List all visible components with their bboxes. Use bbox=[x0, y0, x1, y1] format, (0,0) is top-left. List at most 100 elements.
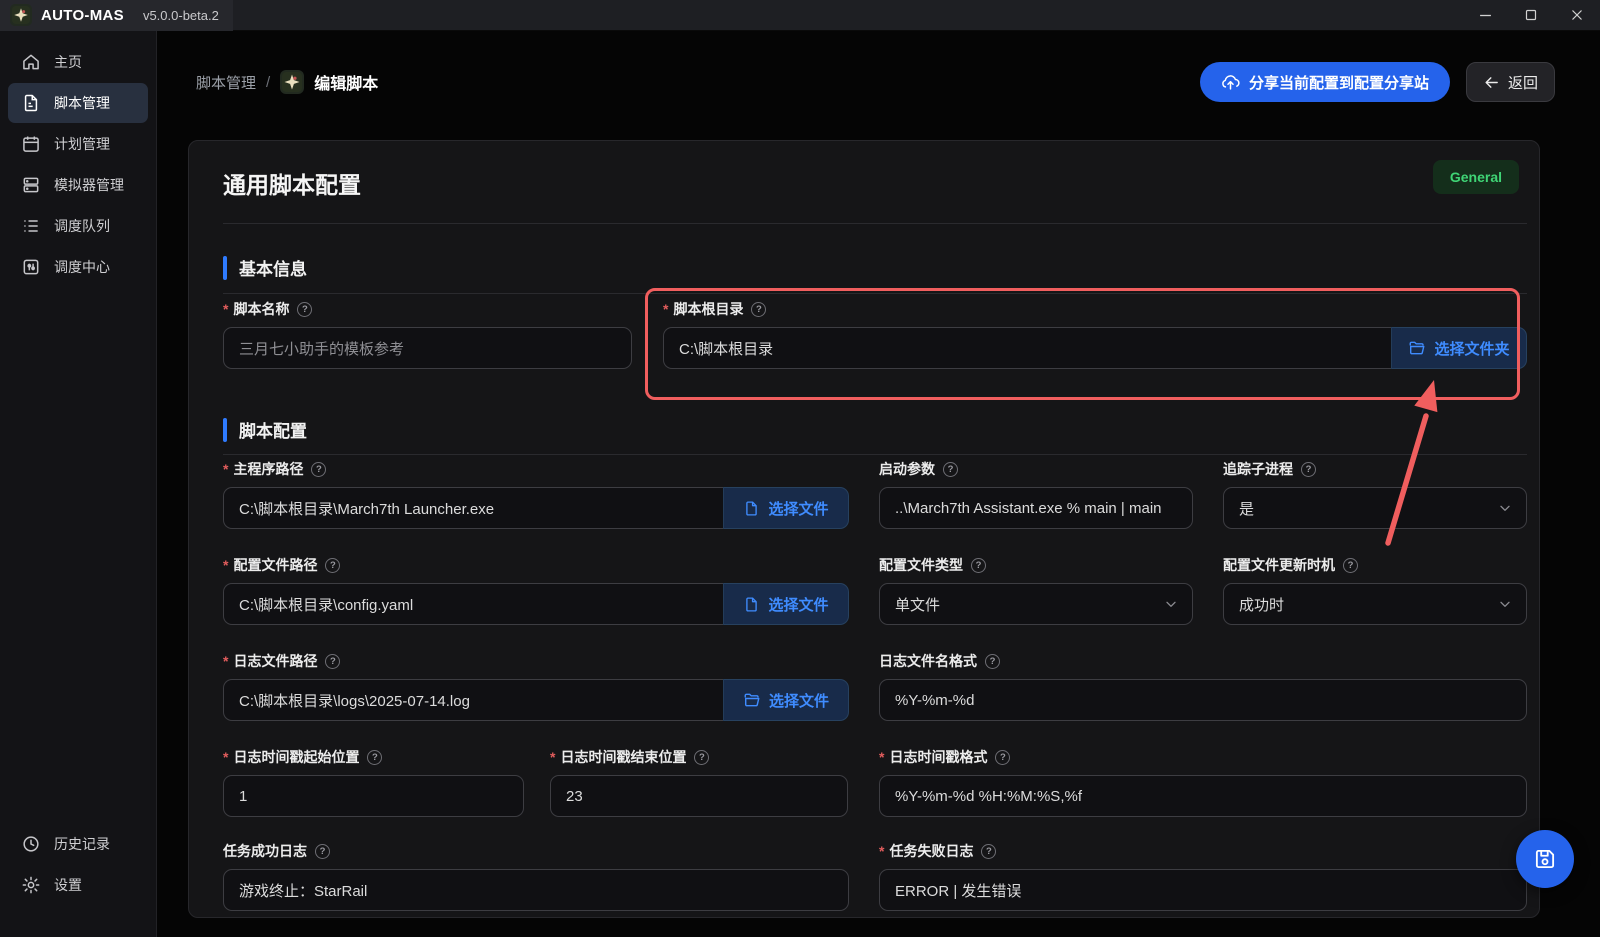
select-folder-button[interactable]: 选择文件夹 bbox=[1391, 327, 1527, 369]
required-marker: * bbox=[223, 749, 228, 765]
back-label: 返回 bbox=[1508, 72, 1538, 93]
sidebar-item-settings[interactable]: 设置 bbox=[8, 865, 148, 905]
config-update-select[interactable]: 成功时 bbox=[1223, 583, 1527, 625]
select-file-button[interactable]: 选择文件 bbox=[723, 679, 849, 721]
help-icon[interactable]: ? bbox=[311, 462, 326, 477]
sidebar-item-script-management[interactable]: 脚本管理 bbox=[8, 83, 148, 123]
field-label: 日志文件名格式 ? bbox=[879, 651, 1527, 671]
field-label: * 主程序路径 ? bbox=[223, 459, 849, 479]
field-label: 追踪子进程 ? bbox=[1223, 459, 1527, 479]
required-marker: * bbox=[550, 749, 555, 765]
log-path-input[interactable] bbox=[223, 679, 723, 721]
log-filename-format-input[interactable] bbox=[879, 679, 1527, 721]
field-log-ts-start: * 日志时间戳起始位置 ? bbox=[223, 747, 524, 817]
help-icon[interactable]: ? bbox=[943, 462, 958, 477]
minimize-button[interactable] bbox=[1462, 0, 1508, 31]
track-subprocess-select[interactable]: 是 bbox=[1223, 487, 1527, 529]
close-button[interactable] bbox=[1554, 0, 1600, 31]
sidebar-item-home[interactable]: 主页 bbox=[8, 42, 148, 82]
help-icon[interactable]: ? bbox=[995, 750, 1010, 765]
breadcrumb-parent[interactable]: 脚本管理 bbox=[196, 72, 256, 93]
select-file-button[interactable]: 选择文件 bbox=[723, 487, 849, 529]
sidebar-item-label: 模拟器管理 bbox=[54, 175, 124, 195]
help-icon[interactable]: ? bbox=[297, 302, 312, 317]
field-label: * 脚本名称 ? bbox=[223, 299, 632, 319]
config-path-input[interactable] bbox=[223, 583, 723, 625]
save-fab-button[interactable] bbox=[1516, 830, 1574, 888]
back-button[interactable]: 返回 bbox=[1466, 62, 1555, 102]
field-config-file-path: * 配置文件路径 ? 选择文件 bbox=[223, 555, 849, 625]
field-task-fail-log: * 任务失败日志 ? bbox=[879, 841, 1527, 911]
log-ts-start-input[interactable] bbox=[223, 775, 524, 817]
field-track-subprocess: 追踪子进程 ? 是 bbox=[1223, 459, 1527, 529]
window-controls bbox=[1462, 0, 1600, 31]
timestamp-position-pair: * 日志时间戳起始位置 ? * 日志时间戳结束位置 ? bbox=[223, 747, 849, 817]
help-icon[interactable]: ? bbox=[985, 654, 1000, 669]
field-label: 任务成功日志 ? bbox=[223, 841, 849, 861]
sidebar-item-label: 脚本管理 bbox=[54, 93, 110, 113]
required-marker: * bbox=[879, 749, 884, 765]
help-icon[interactable]: ? bbox=[971, 558, 986, 573]
field-script-root: * 脚本根目录 ? 选择文件夹 bbox=[663, 299, 1527, 369]
app-version: v5.0.0-beta.2 bbox=[143, 8, 219, 23]
sidebar-item-plan-management[interactable]: 计划管理 bbox=[8, 124, 148, 164]
sidebar-item-emulator-management[interactable]: 模拟器管理 bbox=[8, 165, 148, 205]
log-ts-end-input[interactable] bbox=[550, 775, 848, 817]
sidebar-item-dispatch-queue[interactable]: 调度队列 bbox=[8, 206, 148, 246]
log-ts-format-input[interactable] bbox=[879, 775, 1527, 817]
launch-args-input[interactable] bbox=[879, 487, 1193, 529]
field-config-update-timing: 配置文件更新时机 ? 成功时 bbox=[1223, 555, 1527, 625]
sidebar-item-label: 历史记录 bbox=[54, 834, 110, 854]
required-marker: * bbox=[223, 653, 228, 669]
task-fail-log-input[interactable] bbox=[879, 869, 1527, 911]
config-type-select[interactable]: 单文件 bbox=[879, 583, 1193, 625]
field-task-success-log: 任务成功日志 ? bbox=[223, 841, 849, 911]
sidebar-item-history[interactable]: 历史记录 bbox=[8, 824, 148, 864]
sidebar-item-label: 设置 bbox=[54, 875, 82, 895]
help-icon[interactable]: ? bbox=[981, 844, 996, 859]
help-icon[interactable]: ? bbox=[325, 654, 340, 669]
share-config-button[interactable]: 分享当前配置到配置分享站 bbox=[1200, 62, 1450, 102]
sidebar-item-dispatch-center[interactable]: 调度中心 bbox=[8, 247, 148, 287]
required-marker: * bbox=[879, 843, 884, 859]
field-label: * 配置文件路径 ? bbox=[223, 555, 849, 575]
field-launch-args: 启动参数 ? bbox=[879, 459, 1193, 529]
form-row: * 配置文件路径 ? 选择文件 配置文件类型 ? 单文件 bbox=[223, 555, 1527, 625]
section-accent-bar bbox=[223, 418, 227, 442]
script-root-input[interactable] bbox=[663, 327, 1391, 369]
select-file-button[interactable]: 选择文件 bbox=[723, 583, 849, 625]
field-log-filename-format: 日志文件名格式 ? bbox=[879, 651, 1527, 721]
required-marker: * bbox=[223, 461, 228, 477]
form-row: * 日志文件路径 ? 选择文件 日志文件名格式 ? bbox=[223, 651, 1527, 721]
field-label: 配置文件类型 ? bbox=[879, 555, 1193, 575]
field-label: * 日志文件路径 ? bbox=[223, 651, 849, 671]
folder-open-icon bbox=[743, 691, 761, 709]
help-icon[interactable]: ? bbox=[694, 750, 709, 765]
help-icon[interactable]: ? bbox=[325, 558, 340, 573]
help-icon[interactable]: ? bbox=[751, 302, 766, 317]
titlebar: AUTO-MAS v5.0.0-beta.2 bbox=[0, 0, 1600, 31]
form-row: * 日志时间戳起始位置 ? * 日志时间戳结束位置 ? bbox=[223, 747, 1527, 817]
help-icon[interactable]: ? bbox=[367, 750, 382, 765]
main-program-input[interactable] bbox=[223, 487, 723, 529]
task-success-log-input[interactable] bbox=[223, 869, 849, 911]
general-script-config-card: 通用脚本配置 General 基本信息 * 脚本名称 ? * 脚本根目录 ? bbox=[188, 140, 1540, 918]
form-row: 任务成功日志 ? * 任务失败日志 ? bbox=[223, 841, 1527, 911]
help-icon[interactable]: ? bbox=[1343, 558, 1358, 573]
sidebar-item-label: 调度队列 bbox=[54, 216, 110, 236]
maximize-button[interactable] bbox=[1508, 0, 1554, 31]
upload-cloud-icon bbox=[1221, 73, 1240, 92]
help-icon[interactable]: ? bbox=[1301, 462, 1316, 477]
required-marker: * bbox=[663, 301, 668, 317]
field-label: * 日志时间戳结束位置 ? bbox=[550, 747, 848, 767]
script-name-input[interactable] bbox=[223, 327, 632, 369]
chevron-down-icon bbox=[1497, 596, 1513, 612]
field-log-ts-end: * 日志时间戳结束位置 ? bbox=[550, 747, 848, 817]
app-name: AUTO-MAS bbox=[41, 7, 124, 24]
breadcrumb-current: 编辑脚本 bbox=[314, 70, 378, 94]
page-header: 脚本管理 / 编辑脚本 分享当前配置到配置分享站 返回 bbox=[196, 60, 1555, 104]
sidebar-spacer bbox=[8, 288, 148, 824]
field-label: * 日志时间戳格式 ? bbox=[879, 747, 1527, 767]
breadcrumb-separator: / bbox=[266, 74, 270, 91]
help-icon[interactable]: ? bbox=[315, 844, 330, 859]
